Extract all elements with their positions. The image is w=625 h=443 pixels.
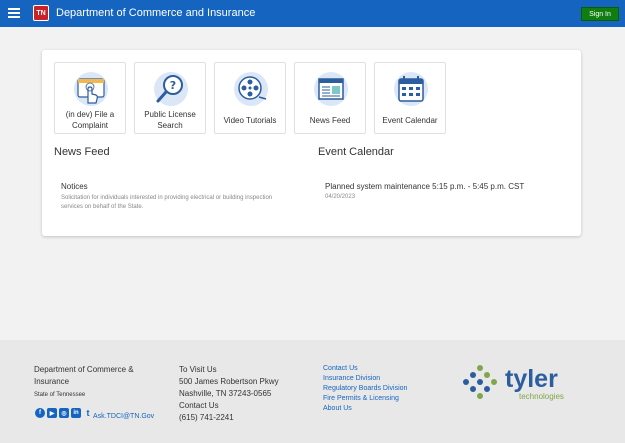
footer-state: State of Tennessee <box>34 392 86 398</box>
tn-logo: TN <box>33 5 49 21</box>
ask-tdci-email-link[interactable]: Ask.TDCI@TN.Gov <box>93 412 154 422</box>
event-item-title[interactable]: Planned system maintenance 5:15 p.m. - 5… <box>325 182 524 191</box>
youtube-icon[interactable]: ▶ <box>47 408 57 418</box>
visit-heading: To Visit Us <box>179 365 217 374</box>
tile-label: Video Tutorials <box>223 116 277 125</box>
facebook-icon[interactable]: f <box>35 408 45 418</box>
tyler-wordmark: tyler <box>505 365 558 393</box>
calendar-icon <box>394 72 428 106</box>
footer-link-insurance-division[interactable]: Insurance Division <box>323 374 380 384</box>
footer-org-line1: Department of Commerce & <box>34 365 134 374</box>
contact-heading: Contact Us <box>179 401 219 410</box>
address-line2: Nashville, TN 37243-0565 <box>179 389 272 398</box>
top-app-bar: TN Department of Commerce and Insurance … <box>0 0 625 27</box>
footer-link-regulatory-boards[interactable]: Regulatory Boards Division <box>323 384 407 394</box>
instagram-icon[interactable]: ◎ <box>59 408 69 418</box>
footer-link-contact-us[interactable]: Contact Us <box>323 364 358 374</box>
tile-video-tutorials[interactable]: Video Tutorials <box>214 62 286 134</box>
news-item-title[interactable]: Notices <box>61 182 88 191</box>
file-complaint-icon <box>74 72 108 106</box>
tile-event-calendar[interactable]: Event Calendar <box>374 62 446 134</box>
event-item-date: 04/20/2023 <box>325 194 356 200</box>
film-reel-icon <box>234 72 268 106</box>
tile-file-complaint[interactable]: (in dev) File a Complaint <box>54 62 126 134</box>
tile-label: News Feed <box>309 116 351 125</box>
sign-in-button[interactable]: Sign In <box>581 7 619 21</box>
footer-link-about-us[interactable]: About Us <box>323 404 352 414</box>
address-line1: 500 James Robertson Pkwy <box>179 377 279 386</box>
news-item-description: Solicitation for individuals interested … <box>61 195 273 210</box>
twitter-icon[interactable]: t <box>83 408 93 418</box>
phone-number: (615) 741-2241 <box>179 413 234 422</box>
news-feed-heading: News Feed <box>54 146 110 158</box>
menu-icon[interactable] <box>8 8 20 18</box>
footer-link-fire-permits[interactable]: Fire Permits & Licensing <box>323 394 399 404</box>
event-calendar-heading: Event Calendar <box>318 146 394 158</box>
app-title: Department of Commerce and Insurance <box>56 7 256 19</box>
tyler-subtext: technologies <box>519 392 564 401</box>
svg-text:?: ? <box>170 79 176 92</box>
tile-public-license-search[interactable]: ? Public License Search <box>134 62 206 134</box>
footer-org-line2: Insurance <box>34 377 70 386</box>
linkedin-icon[interactable]: in <box>71 408 81 418</box>
license-search-icon: ? <box>154 72 188 106</box>
tyler-logo-mark <box>463 365 497 399</box>
tile-news-feed[interactable]: News Feed <box>294 62 366 134</box>
tile-label: Event Calendar <box>382 116 438 125</box>
tile-label: (in dev) File a Complaint <box>65 110 115 130</box>
dashboard-card: (in dev) File a Complaint ? Public Licen… <box>42 50 581 236</box>
newspaper-icon <box>314 72 348 106</box>
tile-label: Public License Search <box>144 110 196 130</box>
